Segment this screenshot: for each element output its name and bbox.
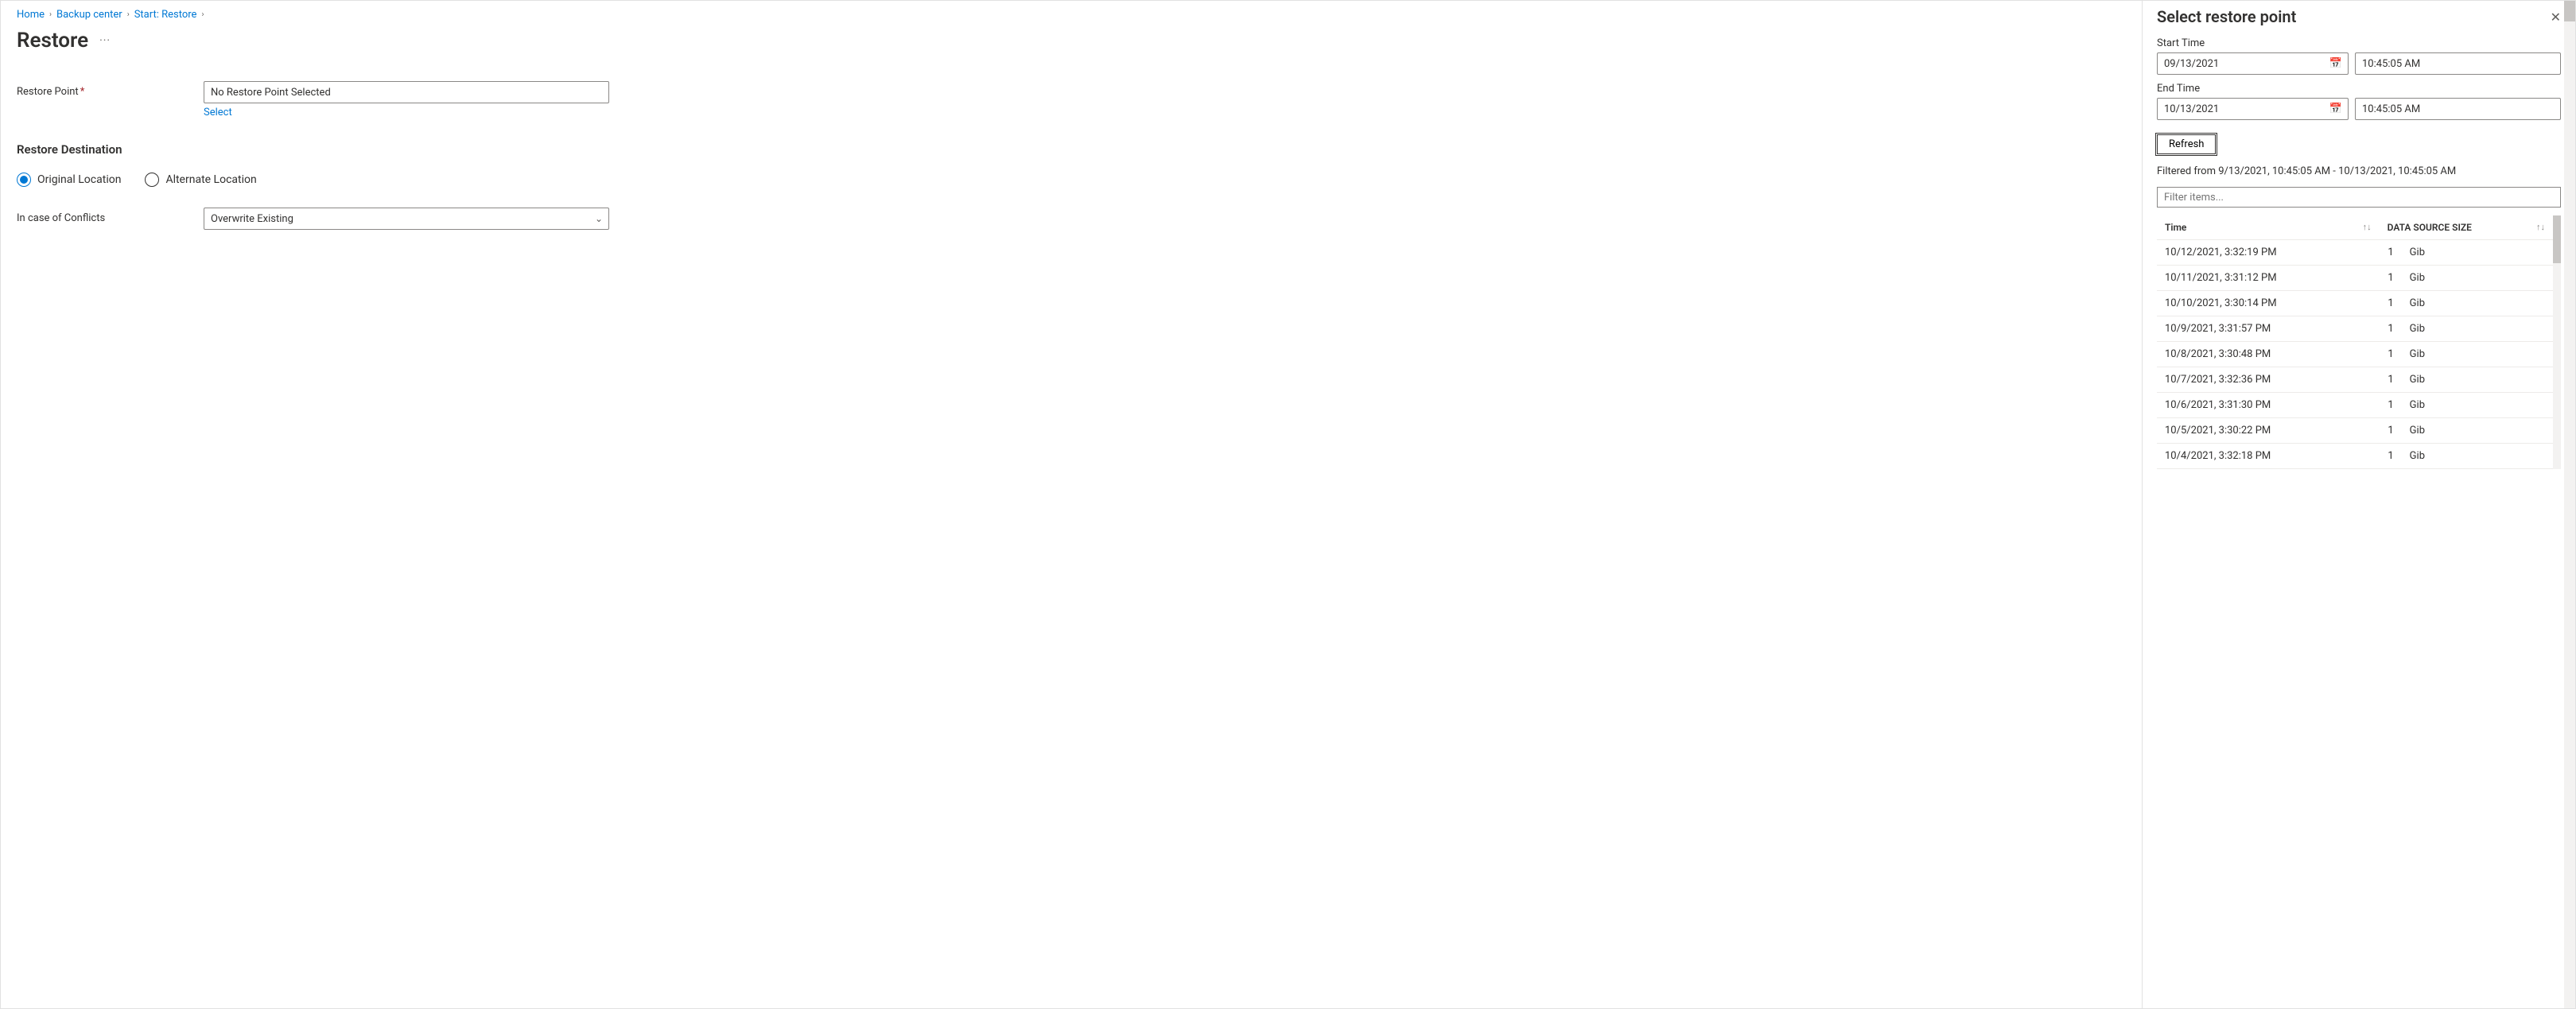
restore-destination-heading: Restore Destination [17, 142, 2126, 157]
blade-title: Select restore point [2157, 7, 2296, 26]
cell-size-num: 1 [2380, 266, 2402, 291]
cell-size-num: 1 [2380, 367, 2402, 393]
cell-time: 10/5/2021, 3:30:22 PM [2157, 418, 2380, 444]
cell-time: 10/11/2021, 3:31:12 PM [2157, 266, 2380, 291]
chevron-right-icon: › [127, 10, 130, 19]
breadcrumb-backup-center[interactable]: Backup center [56, 9, 122, 21]
main-panel: Home › Backup center › Start: Restore › … [1, 1, 2142, 1008]
end-time-label: End Time [2157, 83, 2561, 95]
filtered-range-text: Filtered from 9/13/2021, 10:45:05 AM - 1… [2157, 165, 2561, 177]
select-restore-point-blade: Select restore point ✕ Start Time 📅 End … [2142, 1, 2575, 1008]
breadcrumb: Home › Backup center › Start: Restore › [17, 9, 2126, 21]
end-date-input[interactable] [2157, 98, 2349, 120]
filter-items-input[interactable] [2157, 187, 2561, 208]
sort-icon: ↑↓ [2536, 222, 2545, 232]
cell-size-unit: Gib [2402, 291, 2553, 316]
blade-scrollbar[interactable] [2564, 1, 2575, 1008]
cell-size-unit: Gib [2402, 316, 2553, 342]
table-row[interactable]: 10/12/2021, 3:32:19 PM1Gib [2157, 240, 2553, 266]
cell-time: 10/7/2021, 3:32:36 PM [2157, 367, 2380, 393]
table-row[interactable]: 10/7/2021, 3:32:36 PM1Gib [2157, 367, 2553, 393]
breadcrumb-start-restore[interactable]: Start: Restore [134, 9, 197, 21]
cell-size-unit: Gib [2402, 342, 2553, 367]
cell-size-num: 1 [2380, 291, 2402, 316]
end-time-input[interactable] [2355, 98, 2561, 120]
conflicts-label: In case of Conflicts [17, 208, 204, 224]
cell-time: 10/4/2021, 3:32:18 PM [2157, 444, 2380, 469]
chevron-right-icon: › [49, 10, 52, 19]
cell-size-num: 1 [2380, 418, 2402, 444]
table-row[interactable]: 10/11/2021, 3:31:12 PM1Gib [2157, 266, 2553, 291]
radio-alternate-location[interactable]: Alternate Location [145, 173, 256, 187]
radio-original-location[interactable]: Original Location [17, 173, 121, 187]
radio-icon [17, 173, 31, 187]
close-icon[interactable]: ✕ [2551, 10, 2561, 25]
scrollbar-thumb[interactable] [2553, 215, 2561, 263]
start-date-input[interactable] [2157, 52, 2349, 75]
sort-icon: ↑↓ [2363, 222, 2372, 232]
cell-time: 10/12/2021, 3:32:19 PM [2157, 240, 2380, 266]
refresh-button[interactable]: Refresh [2157, 134, 2216, 154]
restore-point-label: Restore Point* [17, 81, 204, 98]
cell-size-num: 1 [2380, 316, 2402, 342]
cell-size-num: 1 [2380, 444, 2402, 469]
cell-size-unit: Gib [2402, 444, 2553, 469]
restore-point-input[interactable] [204, 81, 609, 103]
table-row[interactable]: 10/10/2021, 3:30:14 PM1Gib [2157, 291, 2553, 316]
cell-time: 10/6/2021, 3:31:30 PM [2157, 393, 2380, 418]
column-time[interactable]: Time ↑↓ [2157, 215, 2380, 240]
table-row[interactable]: 10/5/2021, 3:30:22 PM1Gib [2157, 418, 2553, 444]
scrollbar-thumb[interactable] [2564, 1, 2575, 21]
cell-size-num: 1 [2380, 240, 2402, 266]
cell-size-unit: Gib [2402, 367, 2553, 393]
cell-time: 10/10/2021, 3:30:14 PM [2157, 291, 2380, 316]
chevron-right-icon: › [201, 10, 204, 19]
select-restore-point-link[interactable]: Select [204, 107, 609, 118]
cell-size-unit: Gib [2402, 240, 2553, 266]
cell-size-unit: Gib [2402, 266, 2553, 291]
restore-points-table: Time ↑↓ DATA SOURCE SIZE ↑↓ 10/12/2021, … [2157, 215, 2553, 469]
breadcrumb-home[interactable]: Home [17, 9, 45, 21]
page-title: Restore [17, 29, 88, 52]
start-time-label: Start Time [2157, 37, 2561, 49]
cell-time: 10/9/2021, 3:31:57 PM [2157, 316, 2380, 342]
cell-size-num: 1 [2380, 342, 2402, 367]
table-row[interactable]: 10/6/2021, 3:31:30 PM1Gib [2157, 393, 2553, 418]
start-time-input[interactable] [2355, 52, 2561, 75]
cell-size-unit: Gib [2402, 393, 2553, 418]
cell-time: 10/8/2021, 3:30:48 PM [2157, 342, 2380, 367]
table-row[interactable]: 10/4/2021, 3:32:18 PM1Gib [2157, 444, 2553, 469]
radio-icon [145, 173, 159, 187]
cell-size-num: 1 [2380, 393, 2402, 418]
table-row[interactable]: 10/8/2021, 3:30:48 PM1Gib [2157, 342, 2553, 367]
more-icon[interactable]: ··· [99, 34, 111, 47]
table-row[interactable]: 10/9/2021, 3:31:57 PM1Gib [2157, 316, 2553, 342]
table-scrollbar[interactable] [2553, 215, 2561, 469]
column-size[interactable]: DATA SOURCE SIZE ↑↓ [2380, 215, 2553, 240]
conflicts-select[interactable] [204, 208, 609, 230]
cell-size-unit: Gib [2402, 418, 2553, 444]
